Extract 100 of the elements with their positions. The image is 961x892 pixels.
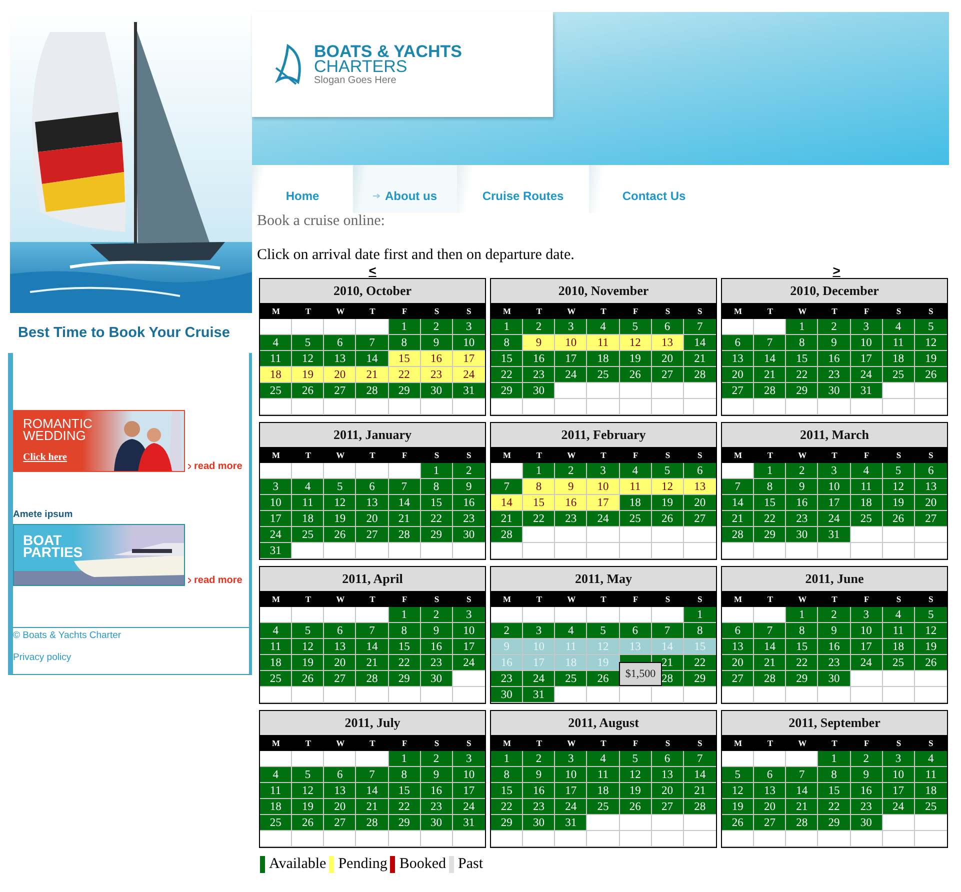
calendar-day[interactable]: 24 [452, 799, 485, 815]
calendar-day[interactable]: 25 [882, 655, 915, 671]
calendar-day[interactable]: 12 [292, 639, 324, 655]
calendar-day[interactable]: 12 [620, 335, 652, 351]
calendar-day[interactable]: 1 [786, 319, 818, 335]
calendar-day[interactable]: 22 [420, 511, 453, 527]
calendar-day[interactable]: 14 [684, 335, 716, 351]
calendar-day[interactable]: 22 [388, 655, 421, 671]
calendar-day[interactable]: 28 [684, 367, 716, 383]
calendar-day[interactable]: 2 [786, 463, 818, 479]
calendar-day[interactable]: 17 [818, 495, 851, 511]
calendar-day[interactable]: 5 [292, 335, 324, 351]
calendar-day[interactable]: 3 [587, 463, 620, 479]
calendar-day[interactable]: 19 [722, 799, 754, 815]
calendar-day[interactable]: 2 [555, 463, 588, 479]
calendar-day[interactable]: 10 [452, 335, 485, 351]
calendar-day[interactable]: 23 [523, 799, 556, 815]
calendar-day[interactable]: 4 [587, 751, 620, 767]
calendar-day[interactable]: 1 [754, 463, 786, 479]
calendar-day[interactable]: 17 [452, 639, 485, 655]
calendar-day[interactable]: 1 [388, 607, 421, 623]
calendar-day[interactable]: 6 [324, 335, 356, 351]
calendar-day[interactable]: 6 [356, 479, 389, 495]
calendar-day[interactable]: 20 [324, 799, 356, 815]
calendar-day[interactable]: 7 [684, 319, 716, 335]
calendar-day[interactable]: 10 [587, 479, 620, 495]
calendar-day[interactable]: 24 [452, 367, 485, 383]
calendar-day[interactable]: 28 [356, 383, 389, 399]
calendar-day[interactable]: 16 [786, 495, 818, 511]
calendar-day[interactable]: 11 [260, 351, 292, 367]
calendar-day[interactable]: 12 [324, 495, 356, 511]
calendar-day[interactable]: 23 [420, 655, 453, 671]
calendar-day[interactable]: 2 [523, 319, 556, 335]
calendar-day[interactable]: 16 [818, 639, 851, 655]
calendar-day[interactable]: 28 [684, 799, 716, 815]
calendar-day[interactable]: 12 [620, 767, 652, 783]
calendar-day[interactable]: 11 [587, 767, 620, 783]
calendar-day[interactable]: 11 [260, 783, 292, 799]
calendar-day[interactable]: 10 [850, 335, 883, 351]
calendar-day[interactable]: 13 [652, 335, 684, 351]
calendar-day[interactable]: 29 [786, 671, 818, 687]
read-more-link[interactable]: read more [188, 461, 242, 472]
calendar-day[interactable]: 22 [754, 511, 786, 527]
calendar-day[interactable]: 29 [491, 383, 524, 399]
calendar-day[interactable]: 1 [491, 319, 524, 335]
calendar-day[interactable]: 21 [491, 511, 524, 527]
calendar-day[interactable]: 3 [818, 463, 851, 479]
calendar-day[interactable]: 14 [684, 767, 716, 783]
calendar-day[interactable]: 17 [260, 511, 292, 527]
calendar-day[interactable]: 31 [850, 383, 883, 399]
calendar-day[interactable]: 26 [914, 655, 947, 671]
calendar-day[interactable]: 28 [754, 671, 786, 687]
calendar-day[interactable]: 10 [850, 623, 883, 639]
calendar-day[interactable]: 17 [850, 351, 883, 367]
calendar-day[interactable]: 20 [722, 367, 754, 383]
calendar-day[interactable]: 4 [587, 319, 620, 335]
calendar-day[interactable]: 25 [620, 511, 652, 527]
calendar-day[interactable]: 2 [850, 751, 883, 767]
calendar-day[interactable]: 18 [882, 639, 915, 655]
calendar-day[interactable]: 7 [356, 767, 389, 783]
calendar-day[interactable]: 27 [722, 383, 754, 399]
calendar-day[interactable]: 14 [754, 639, 786, 655]
calendar-day[interactable]: 16 [420, 783, 453, 799]
calendar-day[interactable]: 13 [754, 783, 786, 799]
calendar-day[interactable]: 2 [523, 751, 556, 767]
calendar-day[interactable]: 5 [292, 767, 324, 783]
calendar-day[interactable]: 13 [324, 783, 356, 799]
calendar-day[interactable]: 21 [684, 783, 716, 799]
calendar-day[interactable]: 8 [786, 623, 818, 639]
calendar-day[interactable]: 9 [555, 479, 588, 495]
calendar-day[interactable]: 9 [523, 767, 556, 783]
calendar-day[interactable]: 2 [420, 607, 453, 623]
calendar-day[interactable]: 15 [786, 351, 818, 367]
calendar-day[interactable]: 31 [555, 815, 588, 831]
calendar-day[interactable]: 4 [260, 767, 292, 783]
calendar-day[interactable]: 7 [356, 623, 389, 639]
calendar-day[interactable]: 3 [523, 623, 556, 639]
calendar-day[interactable]: 29 [786, 383, 818, 399]
calendar-day[interactable]: 6 [652, 751, 684, 767]
calendar-day[interactable]: 23 [491, 671, 524, 687]
calendar-day[interactable]: 27 [684, 511, 716, 527]
calendar-day[interactable]: 14 [356, 639, 389, 655]
calendar-day[interactable]: 19 [292, 655, 324, 671]
calendar-day[interactable]: 30 [786, 527, 818, 543]
calendar-day[interactable]: 5 [914, 319, 947, 335]
calendar-day[interactable]: 26 [292, 383, 324, 399]
calendar-day[interactable]: 7 [754, 623, 786, 639]
calendar-day[interactable]: 23 [786, 511, 818, 527]
calendar-day[interactable]: 26 [882, 511, 915, 527]
calendar-day[interactable]: 14 [722, 495, 754, 511]
calendar-day[interactable]: 14 [356, 783, 389, 799]
calendar-day[interactable]: 28 [786, 815, 818, 831]
calendar-day[interactable]: 9 [420, 623, 453, 639]
calendar-day[interactable]: 22 [491, 799, 524, 815]
calendar-day[interactable]: 6 [324, 767, 356, 783]
footer-link[interactable]: © Boats & Yachts Charter [13, 630, 249, 641]
calendar-day[interactable]: 31 [260, 543, 292, 559]
calendar-day[interactable]: 1 [818, 751, 851, 767]
calendar-day[interactable]: 15 [491, 351, 524, 367]
calendar-day[interactable]: 30 [420, 383, 453, 399]
